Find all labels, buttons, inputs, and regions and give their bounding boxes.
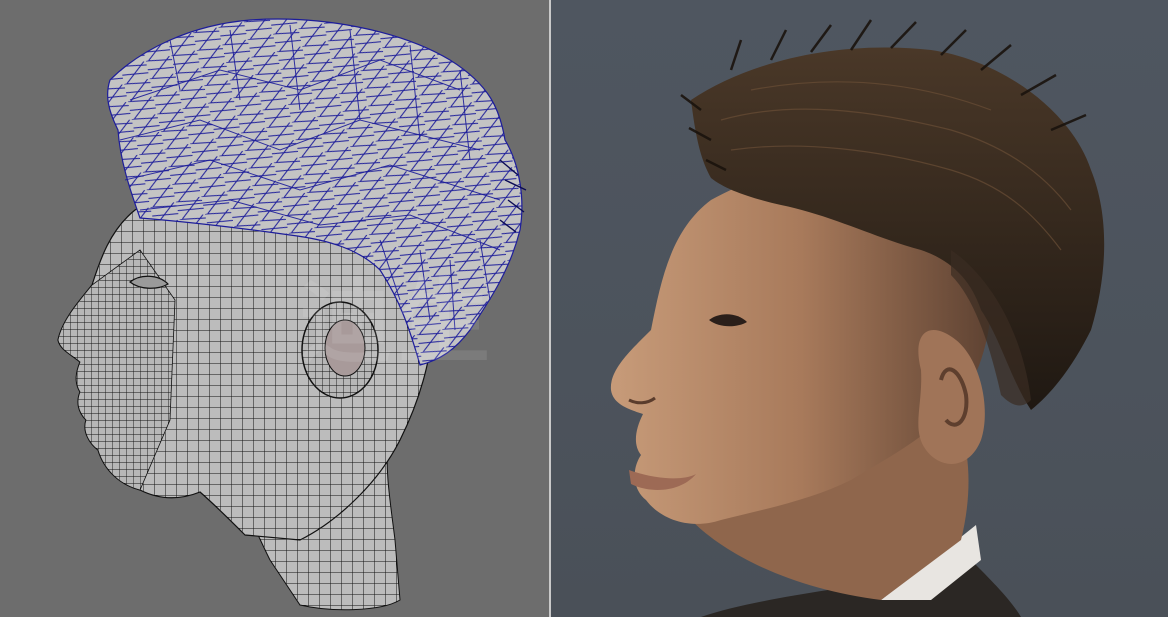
wireframe-panel: [0, 0, 550, 617]
textured-head-svg: [610, 19, 1105, 617]
comparison-stage: 迪生: [0, 0, 1168, 617]
textured-panel: [551, 0, 1168, 617]
wireframe-head-svg: [57, 18, 527, 611]
